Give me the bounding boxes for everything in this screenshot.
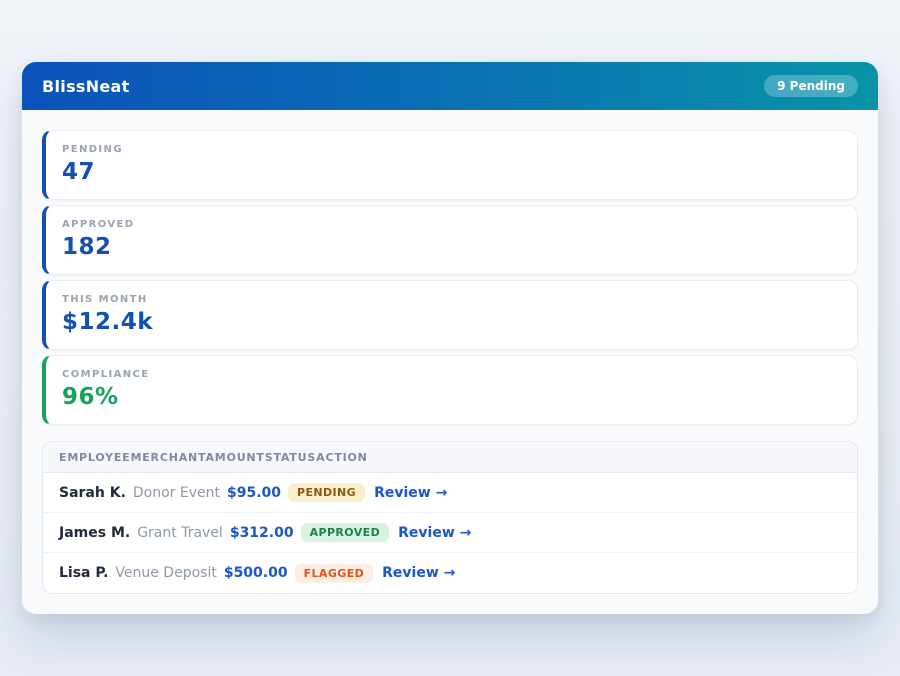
stat-value: $12.4k: [62, 310, 841, 335]
expense-amount: $95.00: [227, 485, 281, 501]
stat-value: 96%: [62, 385, 841, 410]
stat-label: COMPLIANCE: [62, 369, 841, 380]
status-badge: FLAGGED: [295, 564, 374, 583]
stat-card-pending: PENDING 47: [42, 130, 858, 200]
table-row: Sarah K. Donor Event $95.00 PENDING Revi…: [43, 473, 857, 513]
stat-card-approved: APPROVED 182: [42, 205, 858, 275]
column-header-amount: AMOUNT: [205, 451, 264, 464]
expenses-table: EMPLOYEEMERCHANTAMOUNTSTATUSACTION Sarah…: [42, 441, 858, 594]
table-header-row: EMPLOYEEMERCHANTAMOUNTSTATUSACTION: [43, 442, 857, 473]
page-background: { "header": { "title": "BlissNeat", "pen…: [0, 62, 900, 676]
app-body: PENDING 47 APPROVED 182 THIS MONTH $12.4…: [22, 110, 878, 614]
stat-label: APPROVED: [62, 219, 841, 230]
app-title: BlissNeat: [42, 77, 130, 96]
column-header-status: STATUS: [265, 451, 316, 464]
merchant-name: Donor Event: [133, 485, 220, 501]
review-link[interactable]: Review →: [382, 565, 455, 581]
stat-value: 47: [62, 160, 841, 185]
table-row: Lisa P. Venue Deposit $500.00 FLAGGED Re…: [43, 553, 857, 593]
merchant-name: Venue Deposit: [115, 565, 216, 581]
employee-name: Lisa P.: [59, 565, 108, 581]
status-badge: PENDING: [288, 483, 365, 502]
employee-name: James M.: [59, 525, 130, 541]
expense-amount: $312.00: [230, 525, 294, 541]
merchant-name: Grant Travel: [137, 525, 223, 541]
column-header-merchant: MERCHANT: [131, 451, 206, 464]
expense-amount: $500.00: [224, 565, 288, 581]
stat-card-this-month: THIS MONTH $12.4k: [42, 280, 858, 350]
employee-name: Sarah K.: [59, 485, 126, 501]
table-row: James M. Grant Travel $312.00 APPROVED R…: [43, 513, 857, 553]
app-card: BlissNeat 9 Pending PENDING 47 APPROVED …: [22, 62, 878, 614]
stat-value: 182: [62, 235, 841, 260]
column-header-action: ACTION: [316, 451, 368, 464]
review-link[interactable]: Review →: [398, 525, 471, 541]
app-header: BlissNeat 9 Pending: [22, 62, 878, 110]
column-header-employee: EMPLOYEE: [59, 451, 131, 464]
stat-label: THIS MONTH: [62, 294, 841, 305]
review-link[interactable]: Review →: [374, 485, 447, 501]
stat-label: PENDING: [62, 144, 841, 155]
status-badge: APPROVED: [301, 523, 390, 542]
pending-count-badge: 9 Pending: [764, 75, 858, 97]
stat-card-compliance: COMPLIANCE 96%: [42, 355, 858, 425]
